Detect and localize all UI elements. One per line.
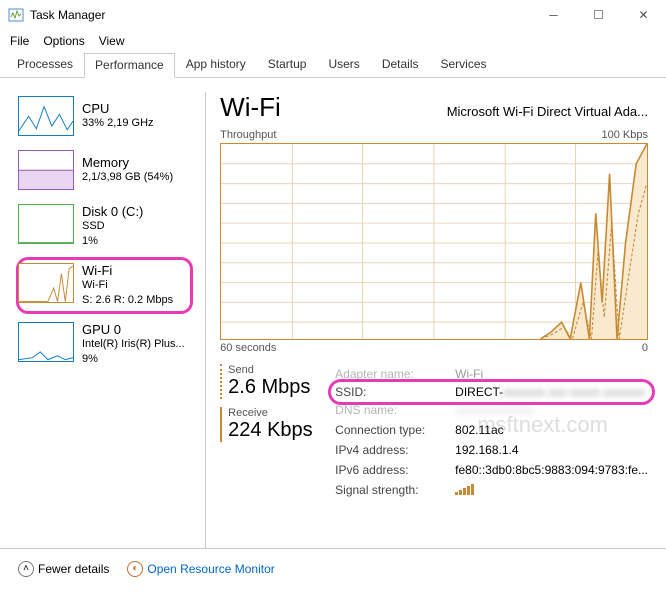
- tab-app-history[interactable]: App history: [175, 52, 257, 77]
- send-value: 2.6 Mbps: [228, 376, 335, 399]
- perf-sidebar: CPU 33% 2,19 GHz Memory 2,1/3,98 GB (54%…: [18, 92, 191, 548]
- connection-properties: Adapter name:Wi-Fi SSID:DIRECT-xxxxxxx x…: [335, 364, 648, 500]
- prop-conn-label: Connection type:: [335, 423, 455, 437]
- menu-file[interactable]: File: [10, 34, 29, 48]
- prop-signal-label: Signal strength:: [335, 483, 455, 497]
- gpu-label: GPU 0: [82, 322, 185, 337]
- disk-type: SSD: [82, 219, 143, 234]
- prop-ssid-value: DIRECT-xxxxxxx xxx xxxxx xxxxxxx: [455, 385, 645, 399]
- tab-processes[interactable]: Processes: [6, 52, 84, 77]
- memory-stats: 2,1/3,98 GB (54%): [82, 170, 173, 185]
- tab-users[interactable]: Users: [317, 52, 370, 77]
- fewer-details-button[interactable]: ˄ Fewer details: [18, 561, 109, 577]
- prop-ipv4-value: 192.168.1.4: [455, 443, 518, 457]
- sidebar-item-memory[interactable]: Memory 2,1/3,98 GB (54%): [18, 146, 191, 194]
- menu-options[interactable]: Options: [43, 34, 84, 48]
- chevron-up-icon: ˄: [18, 561, 34, 577]
- menu-view[interactable]: View: [99, 34, 125, 48]
- prop-adapter-label: Adapter name:: [335, 367, 455, 381]
- gpu-thumb: [18, 322, 74, 362]
- chart-y-label: Throughput: [220, 129, 276, 141]
- signal-strength-icon: [455, 483, 474, 498]
- sidebar-item-wifi[interactable]: Wi-Fi Wi-Fi S: 2.6 R: 0.2 Mbps: [18, 259, 191, 312]
- gpu-pct: 9%: [82, 352, 185, 367]
- throughput-chart[interactable]: [220, 143, 648, 340]
- send-label: Send: [228, 364, 335, 376]
- minimize-button[interactable]: ─: [531, 0, 576, 30]
- tab-services[interactable]: Services: [430, 52, 498, 77]
- disk-label: Disk 0 (C:): [82, 204, 143, 219]
- memory-label: Memory: [82, 155, 173, 170]
- cpu-label: CPU: [82, 101, 154, 116]
- detail-title: Wi-Fi: [220, 92, 281, 123]
- prop-ssid-label: SSID:: [335, 385, 455, 399]
- chart-x-right: 0: [642, 342, 648, 354]
- prop-ipv4-label: IPv4 address:: [335, 443, 455, 457]
- window-controls: ─ ☐ ✕: [531, 0, 666, 30]
- main-area: CPU 33% 2,19 GHz Memory 2,1/3,98 GB (54%…: [0, 78, 666, 548]
- memory-thumb: [18, 150, 74, 190]
- footer: ˄ Fewer details ◐ Open Resource Monitor: [0, 548, 666, 588]
- sidebar-item-cpu[interactable]: CPU 33% 2,19 GHz: [18, 92, 191, 140]
- prop-dns-value: xxxxxxxxxxxxx: [455, 403, 533, 417]
- cpu-stats: 33% 2,19 GHz: [82, 116, 154, 131]
- prop-ipv6-label: IPv6 address:: [335, 463, 455, 477]
- tab-startup[interactable]: Startup: [257, 52, 318, 77]
- receive-label: Receive: [228, 407, 335, 419]
- menu-bar: File Options View: [0, 30, 666, 52]
- open-resource-monitor-link[interactable]: ◐ Open Resource Monitor: [127, 561, 274, 577]
- cpu-thumb: [18, 96, 74, 136]
- wifi-stats: S: 2.6 R: 0.2 Mbps: [82, 293, 173, 308]
- resource-monitor-icon: ◐: [127, 561, 143, 577]
- wifi-label: Wi-Fi: [82, 263, 173, 278]
- maximize-button[interactable]: ☐: [576, 0, 621, 30]
- tab-performance[interactable]: Performance: [84, 53, 175, 78]
- prop-dns-label: DNS name:: [335, 403, 455, 417]
- wifi-adapter: Wi-Fi: [82, 278, 173, 293]
- throughput-stats: Send 2.6 Mbps Receive 224 Kbps: [220, 364, 335, 500]
- disk-pct: 1%: [82, 234, 143, 249]
- detail-panel: Wi-Fi Microsoft Wi-Fi Direct Virtual Ada…: [220, 92, 648, 548]
- ssid-row: SSID:DIRECT-xxxxxxx xxx xxxxx xxxxxxx: [331, 382, 652, 402]
- tab-strip: Processes Performance App history Startu…: [0, 52, 666, 78]
- wifi-thumb: [18, 263, 74, 303]
- sidebar-item-disk[interactable]: Disk 0 (C:) SSD 1%: [18, 200, 191, 253]
- app-icon: [8, 7, 24, 23]
- sidebar-item-gpu[interactable]: GPU 0 Intel(R) Iris(R) Plus... 9%: [18, 318, 191, 371]
- prop-adapter-value: Wi-Fi: [455, 367, 483, 381]
- prop-conn-value: 802.11ac: [455, 423, 504, 437]
- title-bar: Task Manager ─ ☐ ✕: [0, 0, 666, 30]
- window-title: Task Manager: [30, 8, 105, 22]
- vertical-divider: [205, 92, 206, 548]
- tab-details[interactable]: Details: [371, 52, 430, 77]
- disk-thumb: [18, 204, 74, 244]
- chart-x-left: 60 seconds: [220, 342, 276, 354]
- close-button[interactable]: ✕: [621, 0, 666, 30]
- receive-value: 224 Kbps: [228, 419, 335, 442]
- prop-ipv6-value: fe80::3db0:8bc5:9883:094:9783:fe...: [455, 463, 648, 477]
- gpu-model: Intel(R) Iris(R) Plus...: [82, 337, 185, 352]
- detail-subtitle: Microsoft Wi-Fi Direct Virtual Ada...: [447, 104, 648, 119]
- chart-max-label: 100 Kbps: [602, 129, 648, 141]
